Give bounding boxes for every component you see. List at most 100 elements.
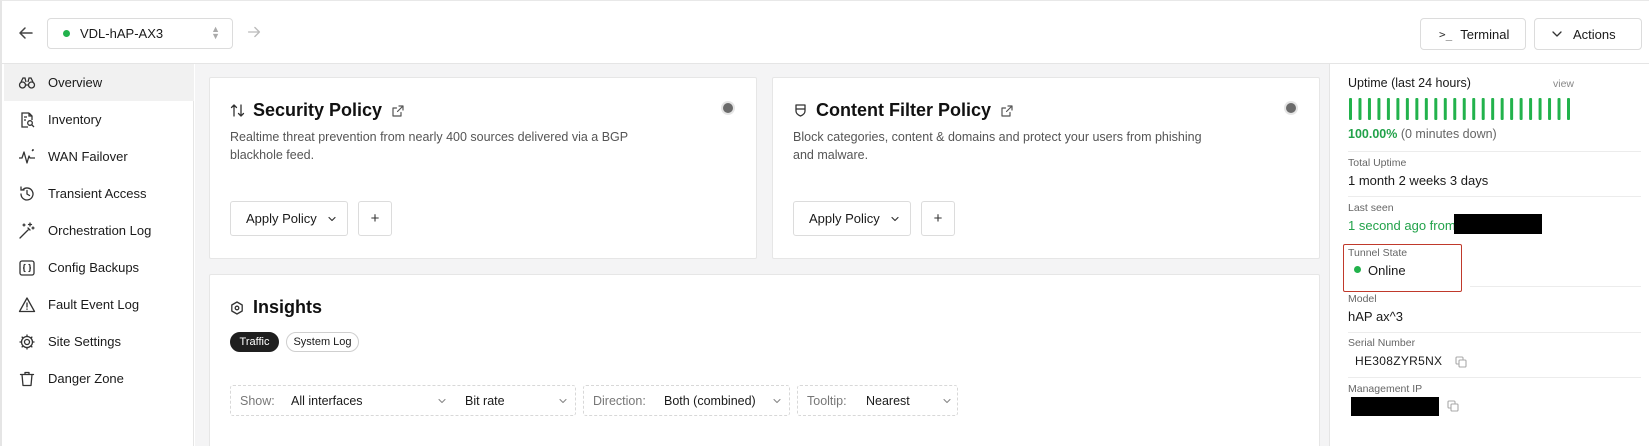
content-filter-card: Content Filter Policy Block categories, …	[772, 77, 1320, 259]
sidebar-item-label: Transient Access	[48, 186, 147, 201]
apply-policy-label: Apply Policy	[246, 211, 317, 226]
sidebar-item-orchestration-log[interactable]: Orchestration Log	[4, 212, 194, 249]
security-policy-title: Security Policy	[253, 100, 383, 120]
sidebar-item-overview[interactable]: Overview	[4, 64, 194, 101]
sidebar-item-transient-access[interactable]: Transient Access	[4, 175, 194, 212]
add-policy-button[interactable]: +	[358, 201, 392, 236]
gear-icon	[19, 334, 35, 349]
chevron-down-icon	[891, 216, 899, 221]
trash-icon	[19, 371, 35, 386]
uptime-percent: 100.00%	[1348, 127, 1398, 141]
external-link-icon[interactable]	[392, 104, 404, 117]
security-policy-header: Security Policy	[230, 100, 404, 121]
uptime-summary: 100.00% (0 minutes down)	[1348, 127, 1497, 141]
activity-icon	[19, 148, 35, 164]
sidebar: Overview Inventory WAN Failover Transien…	[4, 64, 194, 446]
braces-file-icon	[19, 259, 35, 276]
external-link-icon[interactable]	[1001, 104, 1013, 117]
add-policy-button[interactable]: +	[921, 201, 955, 236]
sidebar-item-inventory[interactable]: Inventory	[4, 101, 194, 138]
actions-label: Actions	[1573, 26, 1616, 42]
uptime-bar	[1472, 98, 1476, 120]
divider	[1348, 196, 1641, 197]
uptime-title: Uptime (last 24 hours)	[1348, 76, 1471, 90]
back-arrow-icon[interactable]	[16, 23, 36, 43]
uptime-bar	[1434, 98, 1438, 120]
uptime-bar	[1481, 98, 1485, 120]
tooltip-select[interactable]: Nearest	[866, 394, 910, 408]
actions-button[interactable]: Actions	[1534, 18, 1642, 50]
direction-select[interactable]: Both (combined)	[664, 394, 756, 408]
uptime-bar	[1358, 98, 1362, 120]
tooltip-filter-label: Tooltip:	[807, 394, 847, 408]
tooltip-filter[interactable]: Tooltip: Nearest	[797, 385, 958, 416]
sidebar-item-site-settings[interactable]: Site Settings	[4, 323, 194, 360]
divider	[1348, 151, 1641, 152]
uptime-view-link[interactable]: view	[1553, 78, 1574, 90]
copy-icon[interactable]	[1447, 400, 1459, 412]
sidebar-item-label: Inventory	[48, 112, 102, 127]
chevron-down-icon	[559, 398, 567, 404]
content-filter-header: Content Filter Policy	[793, 100, 1013, 121]
last-seen-label: Last seen	[1348, 202, 1394, 214]
tunnel-state-label: Tunnel State	[1348, 247, 1408, 259]
insights-card: Insights Traffic System Log Show: All in…	[209, 274, 1320, 446]
apply-policy-button[interactable]: Apply Policy	[793, 201, 911, 236]
sidebar-item-label: WAN Failover	[48, 149, 128, 164]
tab-traffic[interactable]: Traffic	[230, 332, 279, 352]
sidebar-item-wan-failover[interactable]: WAN Failover	[4, 138, 194, 175]
chevron-down-icon	[943, 398, 951, 404]
uptime-bar	[1529, 98, 1533, 120]
uptime-bar	[1491, 98, 1495, 120]
uptime-bar	[1538, 98, 1542, 120]
app-frame: VDL-hAP-AX3 ▲ ▼ >_ Terminal Actions Overv…	[0, 0, 1649, 446]
sidebar-item-danger-zone[interactable]: Danger Zone	[4, 360, 194, 397]
uptime-bar-chart	[1349, 98, 1570, 120]
document-search-icon	[21, 111, 35, 128]
uptime-bar	[1386, 98, 1390, 120]
apply-policy-label: Apply Policy	[809, 211, 880, 226]
divider	[1348, 332, 1641, 333]
sidebar-item-label: Fault Event Log	[48, 297, 140, 312]
shield-icon	[795, 104, 806, 117]
top-bar: VDL-hAP-AX3 ▲ ▼ >_ Terminal Actions	[2, 1, 1649, 64]
sidebar-item-label: Overview	[48, 75, 103, 90]
tunnel-state-value: Online	[1368, 263, 1406, 278]
sidebar-item-label: Config Backups	[48, 260, 140, 275]
tab-system-log[interactable]: System Log	[286, 332, 359, 352]
model-value: hAP ax^3	[1348, 309, 1404, 324]
device-status-dot	[63, 30, 70, 37]
copy-icon[interactable]	[1455, 356, 1467, 368]
uptime-bar	[1443, 98, 1447, 120]
uptime-bar	[1424, 98, 1428, 120]
terminal-button[interactable]: >_ Terminal	[1420, 18, 1526, 50]
security-policy-description: Realtime threat prevention from nearly 4…	[230, 130, 628, 162]
total-uptime-label: Total Uptime	[1348, 157, 1407, 169]
show-filter-label: Show:	[240, 394, 275, 408]
forward-arrow-icon[interactable]	[245, 23, 263, 41]
serial-number-label: Serial Number	[1348, 337, 1416, 349]
sidebar-item-label: Site Settings	[48, 334, 121, 349]
sidebar-item-fault-event-log[interactable]: Fault Event Log	[4, 286, 194, 323]
clock-history-icon	[20, 185, 34, 201]
insights-title: Insights	[253, 297, 323, 317]
device-selector[interactable]: VDL-hAP-AX3 ▲ ▼	[47, 18, 233, 49]
divider	[1348, 377, 1641, 378]
metric-select[interactable]: Bit rate	[465, 394, 505, 408]
interfaces-select[interactable]: All interfaces	[291, 394, 363, 408]
sidebar-item-config-backups[interactable]: Config Backups	[4, 249, 194, 286]
management-ip-label: Management IP	[1348, 383, 1423, 395]
uptime-bar	[1557, 98, 1561, 120]
uptime-bar	[1500, 98, 1504, 120]
sidebar-item-label: Danger Zone	[48, 371, 124, 386]
hexagon-icon	[231, 300, 243, 315]
direction-filter[interactable]: Direction: Both (combined)	[583, 385, 790, 416]
direction-filter-label: Direction:	[593, 394, 646, 408]
apply-policy-button[interactable]: Apply Policy	[230, 201, 348, 236]
device-name: VDL-hAP-AX3	[80, 26, 164, 41]
content-filter-title: Content Filter Policy	[816, 100, 992, 120]
redacted-ip	[1454, 214, 1542, 234]
uptime-bar	[1567, 98, 1570, 120]
main-content: Security Policy Realtime threat preventi…	[195, 64, 1329, 446]
uptime-downtime: (0 minutes down)	[1400, 127, 1497, 141]
